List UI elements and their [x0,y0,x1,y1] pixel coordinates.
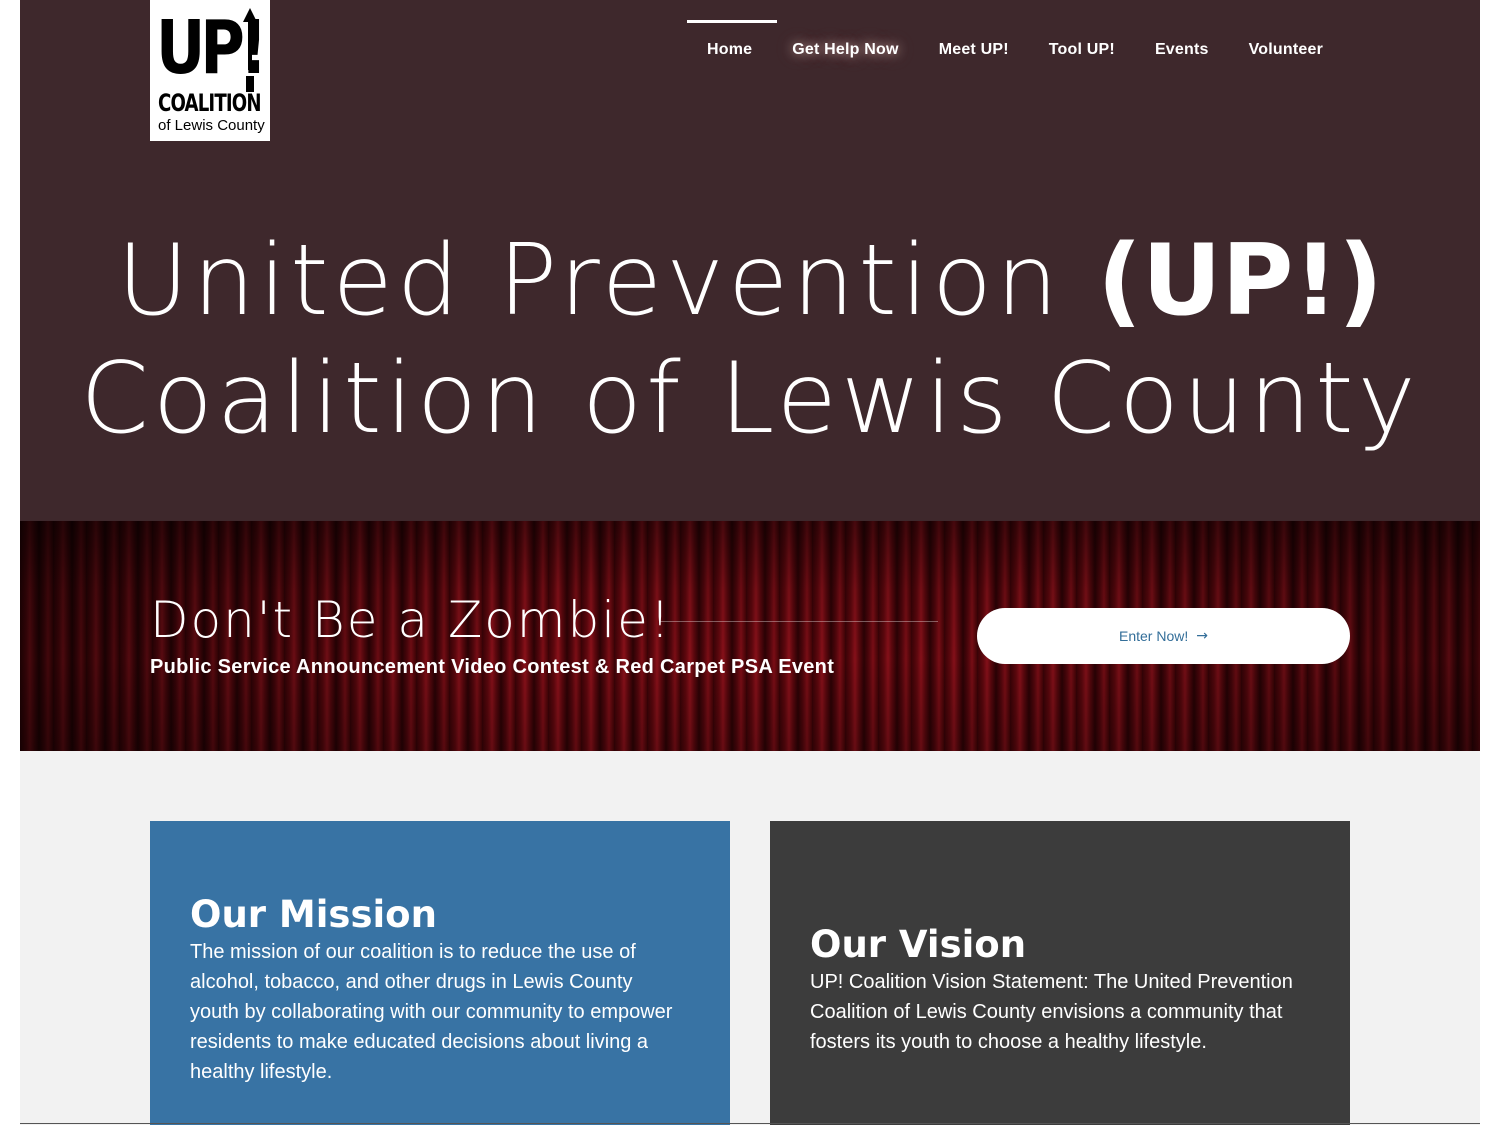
enter-now-label: Enter Now! [1119,628,1189,644]
nav-home-label: Home [707,41,753,58]
nav-meet-up[interactable]: Meet UP! [919,20,1029,80]
mission-card: Our Mission The mission of our coalition… [150,821,730,1125]
nav-events-label: Events [1154,41,1209,58]
vision-title: Our Vision [810,923,1027,966]
promo-headline: Don't Be a Zombie! [150,591,672,649]
vision-card: Our Vision UP! Coalition Vision Statemen… [770,821,1350,1125]
nav-volunteer[interactable]: Volunteer [1229,20,1343,80]
page: UP! COALITION of Lewis County Home Get H… [20,0,1480,1125]
logo-coalition-text: COALITION [158,89,262,117]
promo-divider [660,621,938,622]
hero-title-line2: Coalition of Lewis County [80,342,1420,456]
up-arrow-icon [243,8,257,92]
nav-get-help-now-label: Get Help Now [792,41,899,58]
hero-title-line1-bold: (UP!) [1097,224,1383,338]
bottom-divider [20,1123,1480,1124]
nav-meet-up-label: Meet UP! [938,41,1009,58]
enter-now-button[interactable]: Enter Now! → [977,608,1350,664]
mission-vision-section: Our Mission The mission of our coalition… [20,751,1480,1125]
mission-title: Our Mission [190,893,437,936]
nav-get-help-now[interactable]: Get Help Now [772,20,918,80]
site-logo[interactable]: UP! COALITION of Lewis County [150,0,270,141]
mission-body: The mission of our coalition is to reduc… [190,941,673,1083]
hero-title-line1-light: United Prevention [117,224,1098,338]
main-nav: Home Get Help Now Meet UP! Tool UP! Even… [687,20,1343,80]
arrow-right-icon: → [1196,628,1208,644]
nav-events[interactable]: Events [1135,20,1229,80]
promo-subheadline: Public Service Announcement Video Contes… [150,656,835,678]
nav-tool-up-label: Tool UP! [1048,41,1115,58]
vision-body: UP! Coalition Vision Statement: The Unit… [810,971,1293,1053]
logo-county-text: of Lewis County [158,117,265,134]
hero-header: UP! COALITION of Lewis County Home Get H… [20,0,1480,521]
nav-home[interactable]: Home [687,20,778,80]
nav-tool-up[interactable]: Tool UP! [1029,20,1135,80]
hero-title: United Prevention (UP!) Coalition of Lew… [20,222,1480,458]
nav-volunteer-label: Volunteer [1248,41,1324,58]
